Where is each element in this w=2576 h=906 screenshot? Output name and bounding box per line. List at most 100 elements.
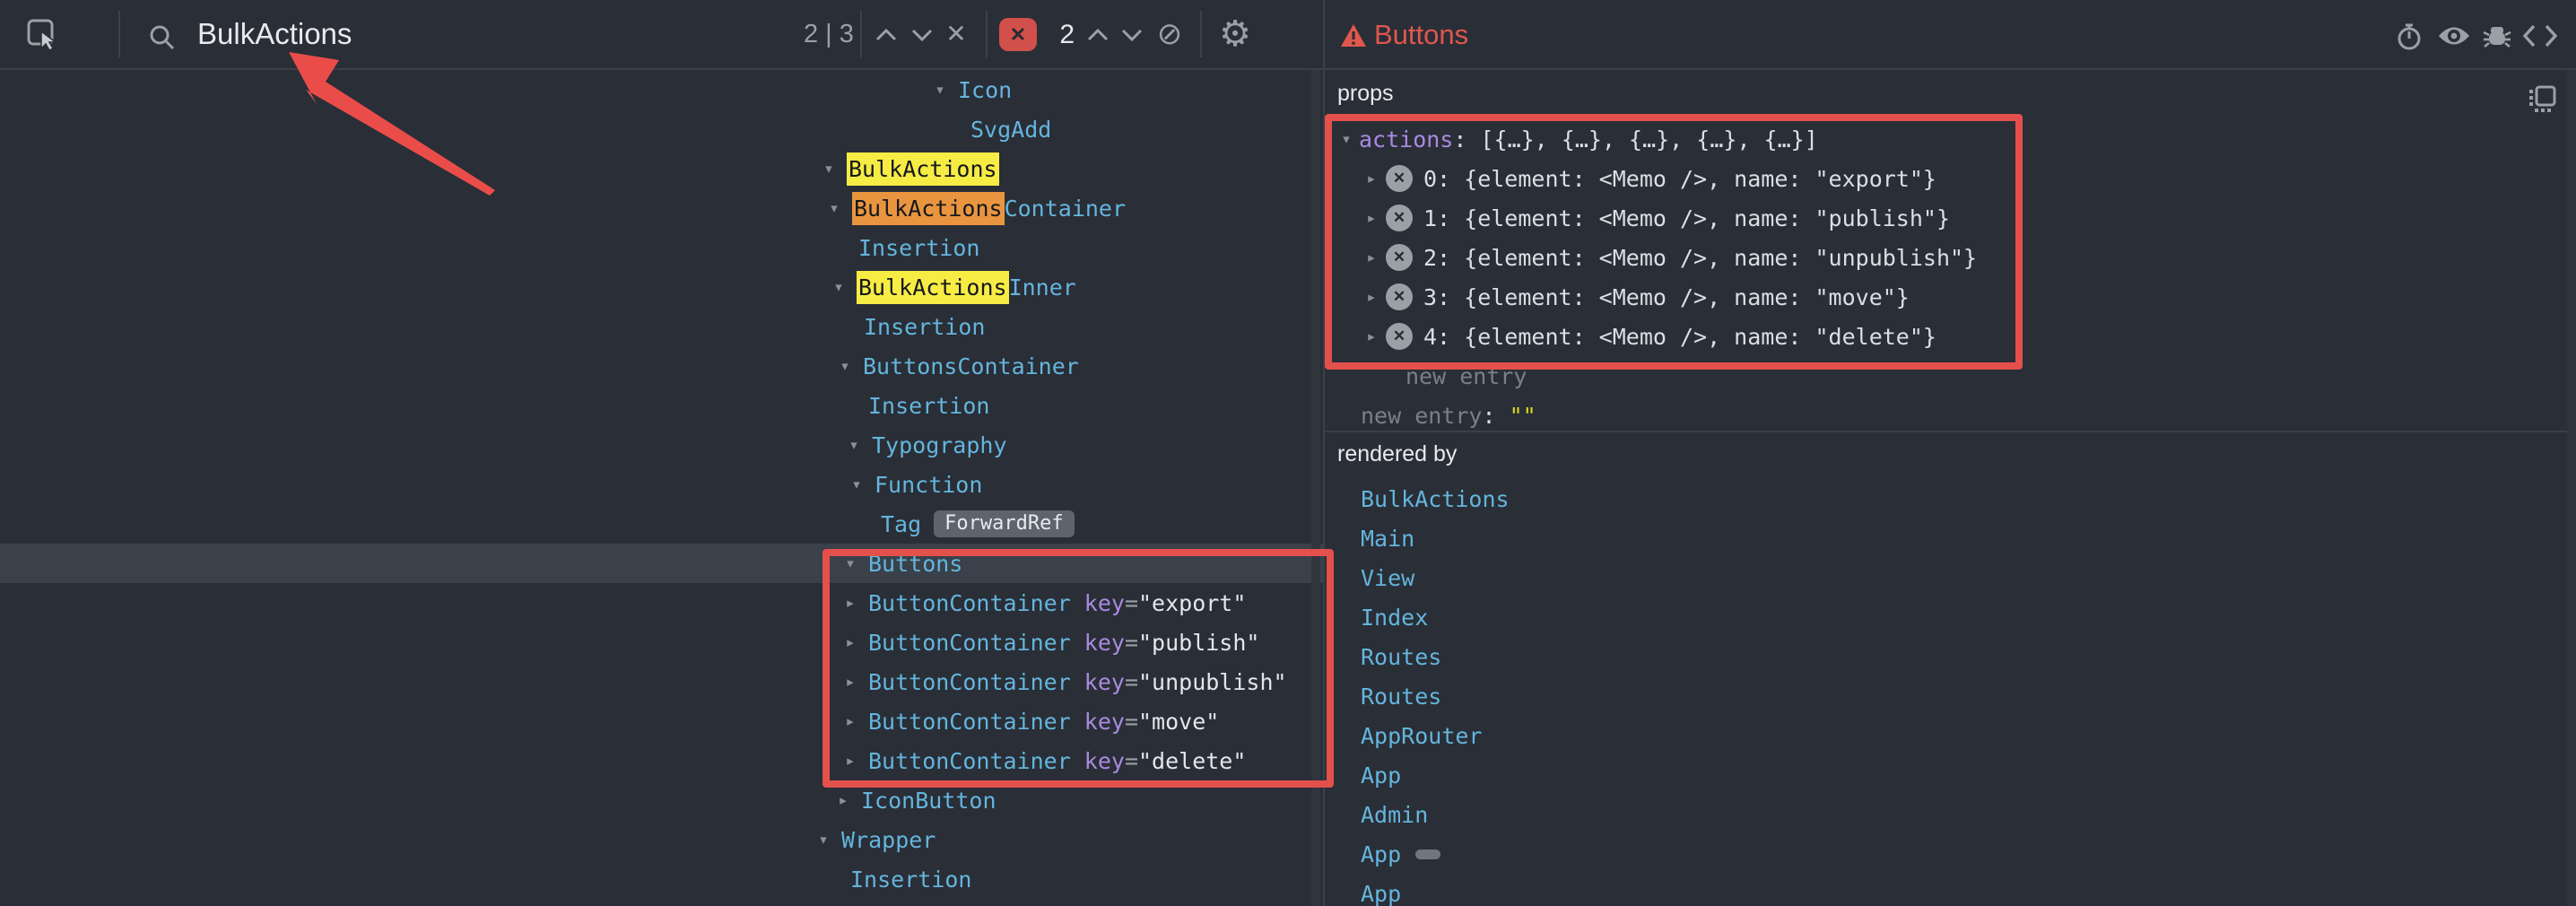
rendered-by-item[interactable]: Admin	[1361, 795, 1428, 834]
tree-row-function[interactable]: ▾Function	[0, 465, 1323, 504]
rendered-by-item[interactable]: AppRouter	[1361, 716, 1482, 755]
remove-item-button[interactable]: ✕	[1386, 165, 1413, 192]
copy-icon	[2527, 84, 2557, 115]
inspector-scrollbar[interactable]	[2567, 0, 2576, 906]
tree-row-insertion[interactable]: Insertion	[0, 859, 1323, 899]
tree-row-buttoncontainer-export[interactable]: ▸ButtonContainerkey="export"	[0, 583, 1323, 623]
expand-chevron-icon[interactable]: ▾	[927, 80, 953, 100]
expand-chevron-icon[interactable]: ▸	[838, 632, 863, 652]
clear-errors-button[interactable]: ⊘	[1150, 14, 1189, 54]
component-name: Icon	[958, 77, 1012, 103]
tree-row-bulkactions[interactable]: ▾BulkActions	[0, 149, 1323, 188]
expand-chevron-icon[interactable]: ▾	[832, 356, 857, 376]
tree-row-insertion[interactable]: Insertion	[0, 307, 1323, 346]
expand-chevron-icon[interactable]: ▾	[822, 198, 847, 218]
expand-chevron-icon[interactable]: ▸	[838, 751, 863, 771]
remove-item-button[interactable]: ✕	[1386, 283, 1413, 310]
new-entry-ghost-row[interactable]: new entry	[1405, 356, 1527, 396]
panel-divider[interactable]	[1323, 0, 1325, 906]
clear-search-button[interactable]: ✕	[938, 16, 974, 52]
key-attribute-value: "move"	[1138, 709, 1219, 735]
expand-chevron-icon[interactable]: ▾	[816, 159, 841, 179]
view-source-button[interactable]	[2520, 18, 2560, 54]
array-item-row-0[interactable]: ▸✕0: {element: <Memo />, name: "export"}	[1361, 159, 1936, 198]
settings-gear-icon[interactable]: ⚙	[1213, 13, 1258, 56]
tree-row-insertion[interactable]: Insertion	[0, 228, 1323, 267]
array-item-row-4[interactable]: ▸✕4: {element: <Memo />, name: "delete"}	[1361, 317, 1936, 356]
expand-chevron-icon[interactable]: ▸	[838, 593, 863, 613]
component-name: Insertion	[864, 314, 985, 340]
previous-error-button[interactable]	[1082, 23, 1114, 47]
prop-name: actions	[1359, 126, 1453, 152]
rendered-by-item[interactable]: App	[1361, 834, 1440, 874]
rendered-by-item[interactable]: Main	[1361, 518, 1414, 558]
expand-chevron-icon[interactable]: ▾	[844, 475, 869, 494]
tree-row-bulkactionscontainer[interactable]: ▾BulkActionsContainer	[0, 188, 1323, 228]
rendered-by-section-label: rendered by	[1337, 441, 1457, 467]
key-attribute-name: key	[1084, 590, 1125, 616]
array-item-row-1[interactable]: ▸✕1: {element: <Memo />, name: "publish"…	[1361, 198, 1950, 238]
previous-match-button[interactable]	[870, 23, 902, 47]
prop-value-preview: [{…}, {…}, {…}, {…}, {…}]	[1480, 126, 1817, 152]
expand-chevron-icon[interactable]: ▾	[811, 830, 836, 849]
tree-row-insertion[interactable]: Insertion	[0, 386, 1323, 425]
rendered-by-item[interactable]: View	[1361, 558, 1414, 597]
tree-row-buttons-selected[interactable]: ▾Buttons	[0, 544, 1323, 583]
expand-chevron-icon[interactable]: ▾	[838, 553, 863, 573]
array-item-value: {element: <Memo />, name: "publish"}	[1464, 205, 1950, 231]
tree-row-typography[interactable]: ▾Typography	[0, 425, 1323, 465]
rendered-by-item[interactable]: App	[1361, 755, 1401, 795]
key-attribute-value: "export"	[1138, 590, 1246, 616]
search-input[interactable]: BulkActions	[197, 16, 352, 52]
expand-chevron-icon[interactable]: ▸	[831, 790, 856, 810]
inspected-component-title: Buttons	[1374, 19, 1468, 51]
expand-chevron-icon[interactable]: ▾	[841, 435, 866, 455]
copy-props-button[interactable]	[2527, 84, 2557, 115]
remove-item-button[interactable]: ✕	[1386, 205, 1413, 231]
component-name: ButtonContainer	[868, 630, 1071, 656]
stopwatch-icon	[2393, 20, 2425, 52]
next-error-button[interactable]	[1116, 23, 1148, 47]
expand-chevron-icon[interactable]: ▸	[1361, 248, 1382, 267]
rendered-by-item[interactable]: BulkActions	[1361, 479, 1510, 518]
tree-row-buttoncontainer-move[interactable]: ▸ButtonContainerkey="move"	[0, 701, 1323, 741]
remove-item-button[interactable]: ✕	[1386, 323, 1413, 350]
suspend-toggle-button[interactable]	[2391, 18, 2427, 54]
log-to-console-button[interactable]	[2479, 18, 2515, 54]
owner-name: App	[1361, 762, 1401, 788]
rendered-by-item[interactable]: Routes	[1361, 637, 1441, 676]
expand-chevron-icon[interactable]: ▸	[1361, 208, 1382, 228]
rendered-by-item[interactable]: Index	[1361, 597, 1428, 637]
new-entry-ghost-label: new entry	[1405, 363, 1527, 389]
rendered-by-item[interactable]: Routes	[1361, 676, 1441, 716]
remove-item-button[interactable]: ✕	[1386, 244, 1413, 271]
expand-chevron-icon[interactable]: ▸	[838, 672, 863, 692]
tree-row-svgadd[interactable]: SvgAdd	[0, 109, 1323, 149]
new-entry-row[interactable]: new entry: ""	[1361, 396, 1536, 435]
tree-row-iconbutton[interactable]: ▸IconButton	[0, 780, 1323, 820]
inspect-dom-button[interactable]	[2434, 18, 2474, 54]
expand-chevron-icon[interactable]: ▾	[826, 277, 851, 297]
new-entry-value-input[interactable]: ""	[1510, 403, 1536, 429]
expand-chevron-icon[interactable]: ▸	[1361, 287, 1382, 307]
tree-row-tag[interactable]: TagForwardRef	[0, 504, 1323, 544]
prop-row-actions[interactable]: ▾actions: [{…}, {…}, {…}, {…}, {…}]	[1336, 119, 1818, 159]
tree-row-bulkactionsinner[interactable]: ▾BulkActionsInner	[0, 267, 1323, 307]
expand-chevron-icon[interactable]: ▸	[1361, 169, 1382, 188]
rendered-by-item[interactable]: App	[1361, 874, 1401, 906]
component-name: Insertion	[868, 393, 989, 419]
inspect-element-button[interactable]	[25, 17, 61, 53]
expand-chevron-icon[interactable]: ▸	[838, 711, 863, 731]
next-match-button[interactable]	[906, 23, 938, 47]
expand-chevron-icon[interactable]: ▸	[1361, 327, 1382, 346]
array-item-row-3[interactable]: ▸✕3: {element: <Memo />, name: "move"}	[1361, 277, 1910, 317]
tree-row-buttonscontainer[interactable]: ▾ButtonsContainer	[0, 346, 1323, 386]
tree-scrollbar[interactable]	[1311, 70, 1320, 906]
tree-row-buttoncontainer-publish[interactable]: ▸ButtonContainerkey="publish"	[0, 623, 1323, 662]
tree-row-wrapper[interactable]: ▾Wrapper	[0, 820, 1323, 859]
array-item-row-2[interactable]: ▸✕2: {element: <Memo />, name: "unpublis…	[1361, 238, 1977, 277]
tree-row-buttoncontainer-unpublish[interactable]: ▸ButtonContainerkey="unpublish"	[0, 662, 1323, 701]
expand-chevron-icon[interactable]: ▾	[1336, 129, 1357, 149]
tree-row-buttoncontainer-delete[interactable]: ▸ButtonContainerkey="delete"	[0, 741, 1323, 780]
tree-row-icon[interactable]: ▾Icon	[0, 70, 1323, 109]
